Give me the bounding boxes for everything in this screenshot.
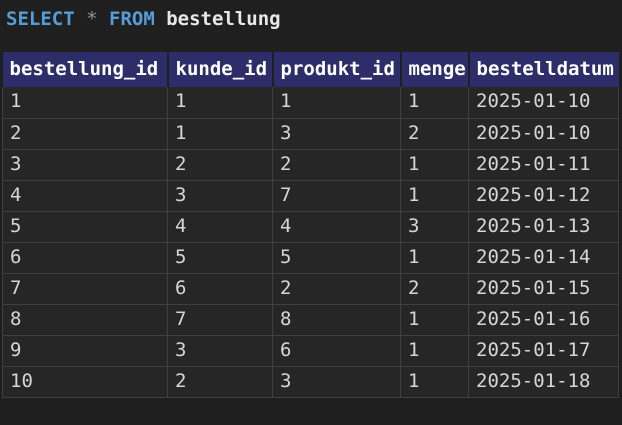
table-cell: 1 [272, 87, 401, 119]
table-cell: 2025-01-10 [468, 87, 619, 119]
table-cell: 1 [167, 87, 273, 119]
table-row: 1 1 1 1 2025-01-10 [2, 87, 619, 119]
table-cell: 2025-01-13 [468, 210, 619, 243]
table-cell: 2025-01-12 [468, 179, 619, 212]
table-cell: 1 [400, 303, 469, 336]
table-cell: 1 [400, 241, 469, 274]
table-row: 5 4 4 3 2025-01-13 [2, 210, 619, 243]
column-header-kunde-id: kunde_id [167, 52, 274, 87]
sql-table-name: bestellung [166, 8, 281, 30]
table-cell: 7 [272, 179, 401, 212]
table-cell: 3 [272, 117, 401, 150]
table-cell: 5 [2, 210, 168, 243]
table-cell: 1 [400, 365, 469, 398]
table-cell: 2 [167, 148, 273, 181]
table-row: 9 3 6 1 2025-01-17 [2, 334, 619, 367]
table-header: bestellung_id kunde_id produkt_id menge … [2, 52, 619, 87]
table-cell: 9 [2, 334, 168, 367]
table-cell: 2025-01-14 [468, 241, 619, 274]
table-cell: 6 [272, 334, 401, 367]
table-cell: 1 [2, 87, 168, 119]
table-cell: 4 [167, 210, 273, 243]
table-cell: 5 [272, 241, 401, 274]
sql-query: SELECT * FROM bestellung [0, 0, 622, 31]
table-cell: 1 [400, 148, 469, 181]
table-header-row: bestellung_id kunde_id produkt_id menge … [2, 52, 619, 87]
table-cell: 3 [2, 148, 168, 181]
table-cell: 2 [400, 117, 469, 150]
table-cell: 1 [400, 179, 469, 212]
column-header-bestelldatum: bestelldatum [468, 52, 619, 87]
sql-keyword-from: FROM [109, 8, 155, 30]
table-cell: 3 [272, 365, 401, 398]
table-cell: 3 [167, 334, 273, 367]
table-row: 6 5 5 1 2025-01-14 [2, 241, 619, 274]
table-row: 3 2 2 1 2025-01-11 [2, 148, 619, 181]
table-cell: 1 [167, 117, 273, 150]
column-header-bestellung-id: bestellung_id [2, 52, 169, 87]
table-cell: 2 [400, 272, 469, 305]
table-cell: 2 [272, 148, 401, 181]
table-cell: 4 [272, 210, 401, 243]
table-cell: 3 [167, 179, 273, 212]
table-cell: 7 [2, 272, 168, 305]
table-cell: 7 [167, 303, 273, 336]
table-cell: 2025-01-17 [468, 334, 619, 367]
query-result-table: bestellung_id kunde_id produkt_id menge … [2, 52, 619, 398]
table-row: 2 1 3 2 2025-01-10 [2, 117, 619, 150]
table-cell: 2025-01-11 [468, 148, 619, 181]
table-row: 7 6 2 2 2025-01-15 [2, 272, 619, 305]
table-cell: 2025-01-18 [468, 365, 619, 398]
column-header-menge: menge [400, 52, 470, 87]
table-cell: 1 [400, 334, 469, 367]
table-cell: 2025-01-10 [468, 117, 619, 150]
table-cell: 2 [272, 272, 401, 305]
table-cell: 5 [167, 241, 273, 274]
table-cell: 2 [2, 117, 168, 150]
table-row: 10 2 3 1 2025-01-18 [2, 365, 619, 398]
sql-star-operator: * [86, 8, 98, 30]
table-cell: 2025-01-15 [468, 272, 619, 305]
table-row: 4 3 7 1 2025-01-12 [2, 179, 619, 212]
table-cell: 2 [167, 365, 273, 398]
table-cell: 8 [2, 303, 168, 336]
table-cell: 1 [400, 87, 469, 119]
table-row: 8 7 8 1 2025-01-16 [2, 303, 619, 336]
table-cell: 3 [400, 210, 469, 243]
table-cell: 6 [167, 272, 273, 305]
sql-keyword-select: SELECT [6, 8, 75, 30]
table-cell: 8 [272, 303, 401, 336]
table-cell: 4 [2, 179, 168, 212]
table-cell: 10 [2, 365, 168, 398]
table-cell: 2025-01-16 [468, 303, 619, 336]
column-header-produkt-id: produkt_id [272, 52, 402, 87]
table-body: 1 1 1 1 2025-01-10 2 1 3 2 2025-01-10 3 2 2 1 2025-01-… [2, 87, 619, 398]
table-cell: 6 [2, 241, 168, 274]
